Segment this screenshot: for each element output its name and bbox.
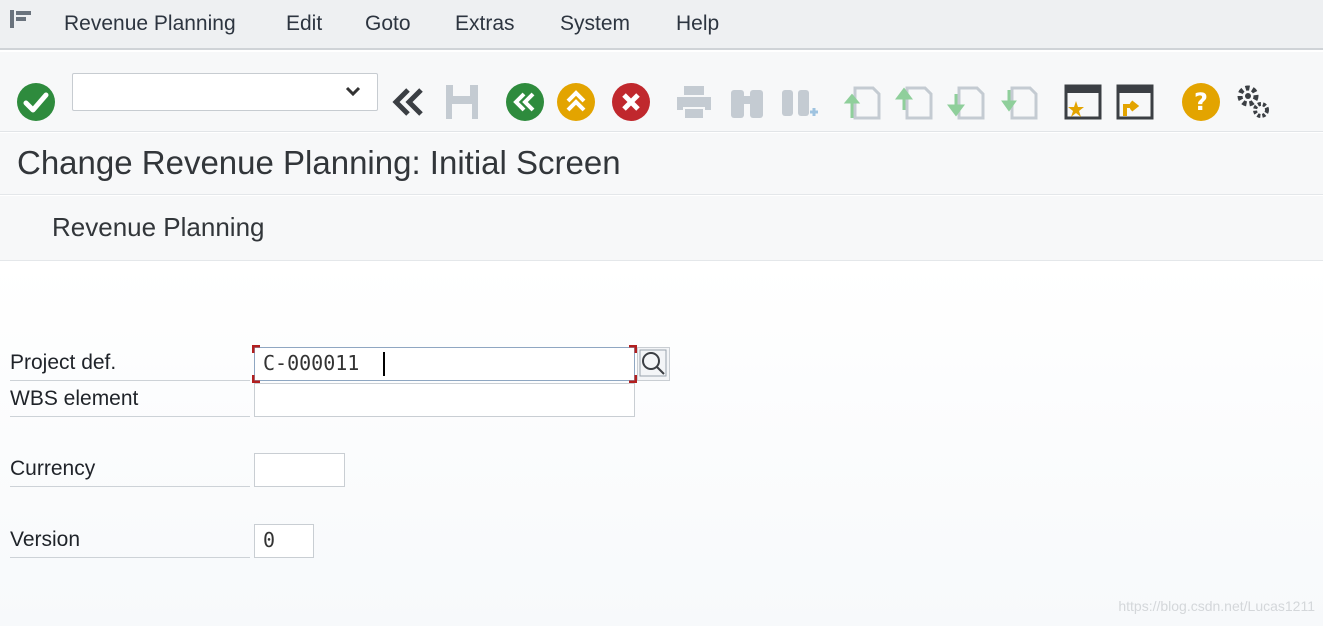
menu-edit[interactable]: Edit (286, 12, 322, 36)
currency-label: Currency (10, 453, 250, 487)
project-def-field[interactable]: C-000011 (254, 347, 635, 381)
back-icon[interactable] (505, 82, 545, 122)
svg-text:?: ? (1194, 88, 1208, 116)
settings-icon[interactable] (1233, 82, 1273, 122)
menu-icon[interactable] (10, 10, 32, 28)
menu-bar: Revenue Planning Edit Goto Extras System… (0, 0, 1323, 50)
shortcut-icon[interactable] (1115, 82, 1155, 122)
first-page-icon[interactable] (843, 82, 883, 122)
watermark: https://blog.csdn.net/Lucas1211 (1118, 598, 1315, 614)
page-title: Change Revenue Planning: Initial Screen (17, 144, 621, 181)
print-icon[interactable] (674, 82, 714, 122)
revenue-planning-button[interactable]: Revenue Planning (52, 212, 265, 243)
focus-corner-bottom-left (252, 375, 260, 383)
wbs-element-field[interactable] (254, 383, 635, 417)
cancel-icon[interactable] (611, 82, 651, 122)
search-help-button[interactable] (637, 347, 670, 381)
enter-icon[interactable] (16, 82, 56, 122)
back-all-icon[interactable] (388, 82, 428, 122)
focus-corner-top-right (629, 345, 637, 353)
menu-system[interactable]: System (560, 12, 630, 36)
find-next-icon[interactable] (780, 82, 820, 122)
command-field[interactable] (72, 73, 378, 111)
menu-revenue-planning[interactable]: Revenue Planning (64, 12, 236, 36)
last-page-icon[interactable] (1000, 82, 1040, 122)
find-icon[interactable] (727, 82, 767, 122)
wbs-element-label: WBS element (10, 383, 250, 417)
text-cursor (383, 352, 385, 376)
previous-page-icon[interactable] (895, 82, 935, 122)
chevron-down-icon[interactable] (345, 86, 361, 96)
focus-corner-bottom-right (629, 375, 637, 383)
content-area (0, 262, 1323, 626)
exit-icon[interactable] (556, 82, 596, 122)
menu-help[interactable]: Help (676, 12, 719, 36)
next-page-icon[interactable] (947, 82, 987, 122)
search-help-icon (639, 349, 667, 377)
project-def-label: Project def. (10, 347, 250, 381)
menu-goto[interactable]: Goto (365, 12, 411, 36)
help-icon[interactable]: ? (1181, 82, 1221, 122)
currency-field[interactable] (254, 453, 345, 487)
focus-corner-top-left (252, 345, 260, 353)
version-label: Version (10, 524, 250, 558)
save-icon[interactable] (442, 82, 482, 122)
version-field[interactable]: 0 (254, 524, 314, 558)
create-session-icon[interactable] (1063, 82, 1103, 122)
menu-extras[interactable]: Extras (455, 12, 515, 36)
